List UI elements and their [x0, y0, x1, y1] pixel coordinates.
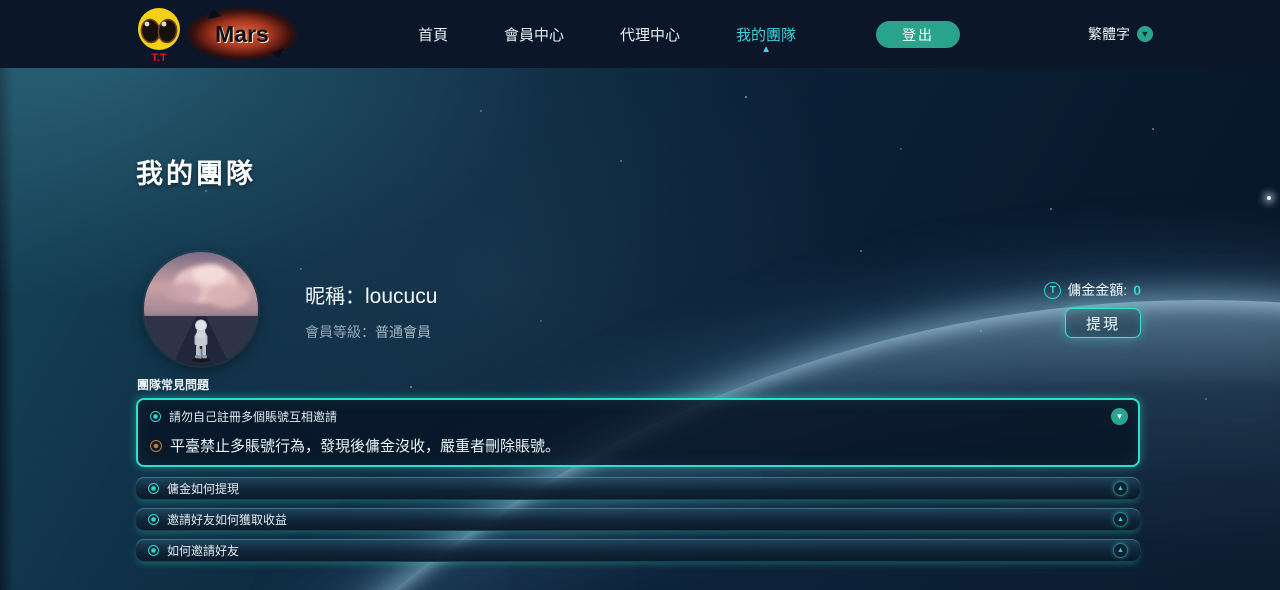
nickname-row: 昵稱：loucucu [305, 280, 437, 309]
chevron-circle-up-icon: ▲ [1113, 481, 1128, 496]
faq-item-collapsed[interactable]: 傭金如何提現 ▲ [136, 477, 1140, 500]
main-nav: 首頁 會員中心 代理中心 我的團隊 ▲ [418, 0, 796, 68]
question-bullet-icon [148, 514, 159, 525]
nickname-value: loucucu [365, 285, 437, 308]
faq-question: 如何邀請好友 [167, 542, 239, 559]
nickname-label: 昵稱： [305, 286, 365, 308]
commission-label: 傭金金額: [1067, 280, 1127, 300]
page-title: 我的團隊 [136, 152, 256, 191]
question-bullet-icon [148, 545, 159, 556]
answer-bullet-icon [150, 440, 162, 452]
chevron-down-icon: ▼ [1137, 26, 1153, 42]
member-level-label: 會員等級： [305, 324, 375, 340]
faq-item-collapsed[interactable]: 邀請好友如何獲取收益 ▲ [136, 508, 1140, 531]
alien-icon: T.T [136, 4, 182, 69]
chevron-circle-up-icon: ▲ [1113, 543, 1128, 558]
faq-item-expanded[interactable]: 請勿自己註冊多個賬號互相邀請 ▼ 平臺禁止多賬號行為，發現後傭金沒收，嚴重者刪除… [136, 398, 1140, 467]
question-bullet-icon [148, 483, 159, 494]
logout-button[interactable]: 登出 [876, 21, 960, 48]
svg-text:Mars: Mars [215, 21, 269, 47]
commission-row: T 傭金金額: 0 [1044, 280, 1141, 300]
active-tab-indicator-icon: ▲ [761, 45, 771, 55]
nav-item-label: 我的團隊 [736, 27, 796, 44]
tether-coin-icon: T [1044, 282, 1061, 299]
brand-logo[interactable]: T.T Mars Mars [136, 4, 300, 69]
svg-text:T.T: T.T [151, 52, 167, 64]
language-label: 繁體字 [1088, 24, 1130, 44]
avatar [144, 252, 258, 366]
member-level-value: 普通會員 [375, 324, 431, 340]
withdraw-button[interactable]: 提現 [1065, 308, 1141, 338]
faq-question: 請勿自己註冊多個賬號互相邀請 [169, 408, 337, 425]
faq-question: 傭金如何提現 [167, 480, 239, 497]
mars-badge: Mars Mars [184, 5, 300, 68]
chevron-circle-up-icon: ▲ [1113, 512, 1128, 527]
nav-item-my-team[interactable]: 我的團隊 ▲ [736, 24, 796, 45]
starfield [0, 68, 2, 70]
nav-item-member-center[interactable]: 會員中心 [504, 24, 564, 45]
header: T.T Mars Mars 首頁 [0, 0, 1280, 68]
nav-item-agent-center[interactable]: 代理中心 [620, 24, 680, 45]
bright-star [1267, 196, 1271, 200]
faq-question: 邀請好友如何獲取收益 [167, 511, 287, 528]
faq-section-title: 團隊常見問題 [137, 376, 209, 393]
language-selector[interactable]: 繁體字 ▼ [1088, 0, 1153, 68]
member-level-row: 會員等級：普通會員 [305, 322, 431, 342]
hero-section: 我的團隊 [0, 68, 1280, 590]
question-bullet-icon [150, 411, 161, 422]
chevron-circle-down-icon[interactable]: ▼ [1111, 408, 1128, 425]
nav-item-home[interactable]: 首頁 [418, 24, 448, 45]
faq-answer-row: 平臺禁止多賬號行為，發現後傭金沒收，嚴重者刪除賬號。 [150, 435, 1126, 456]
faq-answer: 平臺禁止多賬號行為，發現後傭金沒收，嚴重者刪除賬號。 [170, 435, 560, 456]
faq-question-row[interactable]: 請勿自己註冊多個賬號互相邀請 [150, 408, 1126, 425]
faq-item-collapsed[interactable]: 如何邀請好友 ▲ [136, 539, 1140, 562]
commission-value: 0 [1133, 282, 1141, 298]
